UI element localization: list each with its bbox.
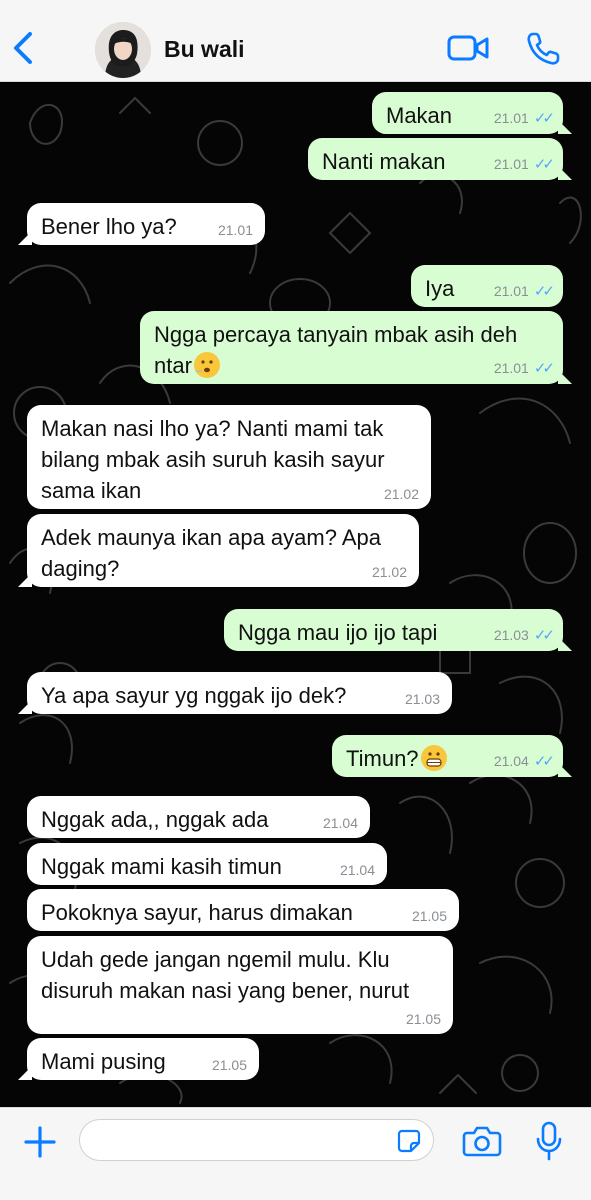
message-time: 21.05: [411, 908, 447, 924]
message-time: 21.05: [211, 1057, 247, 1073]
message-meta: 21.01 ✓✓: [493, 110, 555, 127]
message-text: Nanti makan: [322, 149, 446, 174]
message-time: 21.02: [383, 486, 419, 502]
double-check-icon: ✓✓: [533, 627, 555, 644]
message-input[interactable]: [79, 1119, 434, 1161]
message-text: Adek maunya ikan apa ayam? Apa daging?: [41, 525, 382, 581]
message-text: Ya apa sayur yg nggak ijo dek?: [41, 683, 347, 708]
message-text: Timun?: [346, 746, 419, 771]
message-bubble-incoming[interactable]: Makan nasi lho ya? Nanti mami tak bilang…: [27, 405, 431, 509]
message-meta: 21.03: [405, 691, 440, 707]
composer-bar: [0, 1107, 591, 1200]
message-text: Makan: [386, 103, 453, 128]
face-with-steam-emoji: [193, 352, 220, 378]
message-bubble-incoming[interactable]: Ya apa sayur yg nggak ijo dek? 21.03: [18, 672, 452, 714]
message-meta: 21.03 ✓✓: [493, 627, 555, 644]
message-bubble-incoming[interactable]: Mami pusing 21.05: [18, 1038, 259, 1080]
avatar-photo: [95, 22, 151, 78]
message-meta: 21.05: [406, 1011, 441, 1027]
plus-icon[interactable]: [22, 1124, 58, 1160]
video-camera-icon[interactable]: [447, 33, 489, 63]
message-meta: 21.04: [340, 862, 375, 878]
message-meta: 21.02: [372, 564, 407, 580]
message-bubble-outgoing[interactable]: Ngga percaya tanyain mbak asih deh ntar …: [140, 311, 572, 384]
grimacing-face-emoji: [420, 745, 447, 771]
message-bubble-outgoing[interactable]: Nanti makan 21.01 ✓✓: [308, 138, 572, 180]
chat-area: Makan 21.01 ✓✓ Nanti makan 21.01 ✓✓ Bener …: [0, 83, 591, 1107]
message-bubble-incoming[interactable]: Nggak ada,, nggak ada 21.04: [27, 796, 370, 838]
avatar[interactable]: [95, 22, 151, 78]
message-text: Makan nasi lho ya? Nanti mami tak bilang…: [41, 416, 385, 503]
message-bubble-outgoing[interactable]: Ngga mau ijo ijo tapi 21.03 ✓✓: [224, 609, 572, 651]
message-meta: 21.01 ✓✓: [493, 283, 555, 300]
message-time: 21.01: [217, 222, 253, 238]
message-bubble-incoming[interactable]: Adek maunya ikan apa ayam? Apa daging? 2…: [18, 514, 419, 587]
chevron-left-icon[interactable]: [10, 28, 38, 68]
message-bubble-outgoing[interactable]: Timun? 21.04 ✓✓: [332, 735, 572, 777]
message-text: Iya: [425, 276, 455, 301]
double-check-icon: ✓✓: [533, 110, 555, 127]
message-meta: 21.04: [323, 815, 358, 831]
chat-header: Bu wali: [0, 0, 591, 82]
message-time: 21.01: [493, 110, 529, 126]
message-meta: 21.02: [384, 486, 419, 502]
message-text: Ngga mau ijo ijo tapi: [238, 620, 438, 645]
message-text: Nggak mami kasih timun: [41, 854, 282, 879]
message-time: 21.04: [493, 753, 529, 769]
message-time: 21.02: [371, 564, 407, 580]
contact-name[interactable]: Bu wali: [164, 36, 245, 63]
message-text: Pokoknya sayur, harus dimakan: [41, 900, 353, 925]
message-text: Mami pusing: [41, 1049, 166, 1074]
message-bubble-incoming[interactable]: Bener lho ya? 21.01: [18, 203, 265, 245]
message-time: 21.04: [339, 862, 375, 878]
double-check-icon: ✓✓: [533, 753, 555, 770]
phone-icon[interactable]: [525, 31, 561, 67]
message-meta: 21.01: [218, 222, 253, 238]
double-check-icon: ✓✓: [533, 156, 555, 173]
message-bubble-incoming[interactable]: Udah gede jangan ngemil mulu. Klu disuru…: [27, 936, 453, 1034]
message-time: 21.01: [493, 156, 529, 172]
message-text: Udah gede jangan ngemil mulu. Klu disuru…: [41, 947, 410, 1003]
message-time: 21.03: [493, 627, 529, 643]
message-time: 21.01: [493, 360, 529, 376]
message-time: 21.05: [405, 1011, 441, 1027]
message-meta: 21.04 ✓✓: [493, 753, 555, 770]
microphone-icon[interactable]: [536, 1121, 562, 1161]
message-meta: 21.01 ✓✓: [493, 156, 555, 173]
message-time: 21.03: [404, 691, 440, 707]
message-meta: 21.05: [212, 1057, 247, 1073]
double-check-icon: ✓✓: [533, 360, 555, 377]
message-text: Nggak ada,, nggak ada: [41, 807, 269, 832]
double-check-icon: ✓✓: [533, 283, 555, 300]
message-bubble-outgoing[interactable]: Iya 21.01 ✓✓: [411, 265, 563, 307]
message-meta: 21.05: [412, 908, 447, 924]
message-time: 21.04: [322, 815, 358, 831]
message-bubble-incoming[interactable]: Nggak mami kasih timun 21.04: [27, 843, 387, 885]
camera-icon[interactable]: [462, 1125, 502, 1157]
message-text: Bener lho ya?: [41, 214, 177, 239]
message-bubble-outgoing[interactable]: Makan 21.01 ✓✓: [372, 92, 572, 134]
sticker-icon[interactable]: [397, 1129, 421, 1153]
message-time: 21.01: [493, 283, 529, 299]
message-bubble-incoming[interactable]: Pokoknya sayur, harus dimakan 21.05: [27, 889, 459, 931]
message-meta: 21.01 ✓✓: [493, 360, 555, 377]
